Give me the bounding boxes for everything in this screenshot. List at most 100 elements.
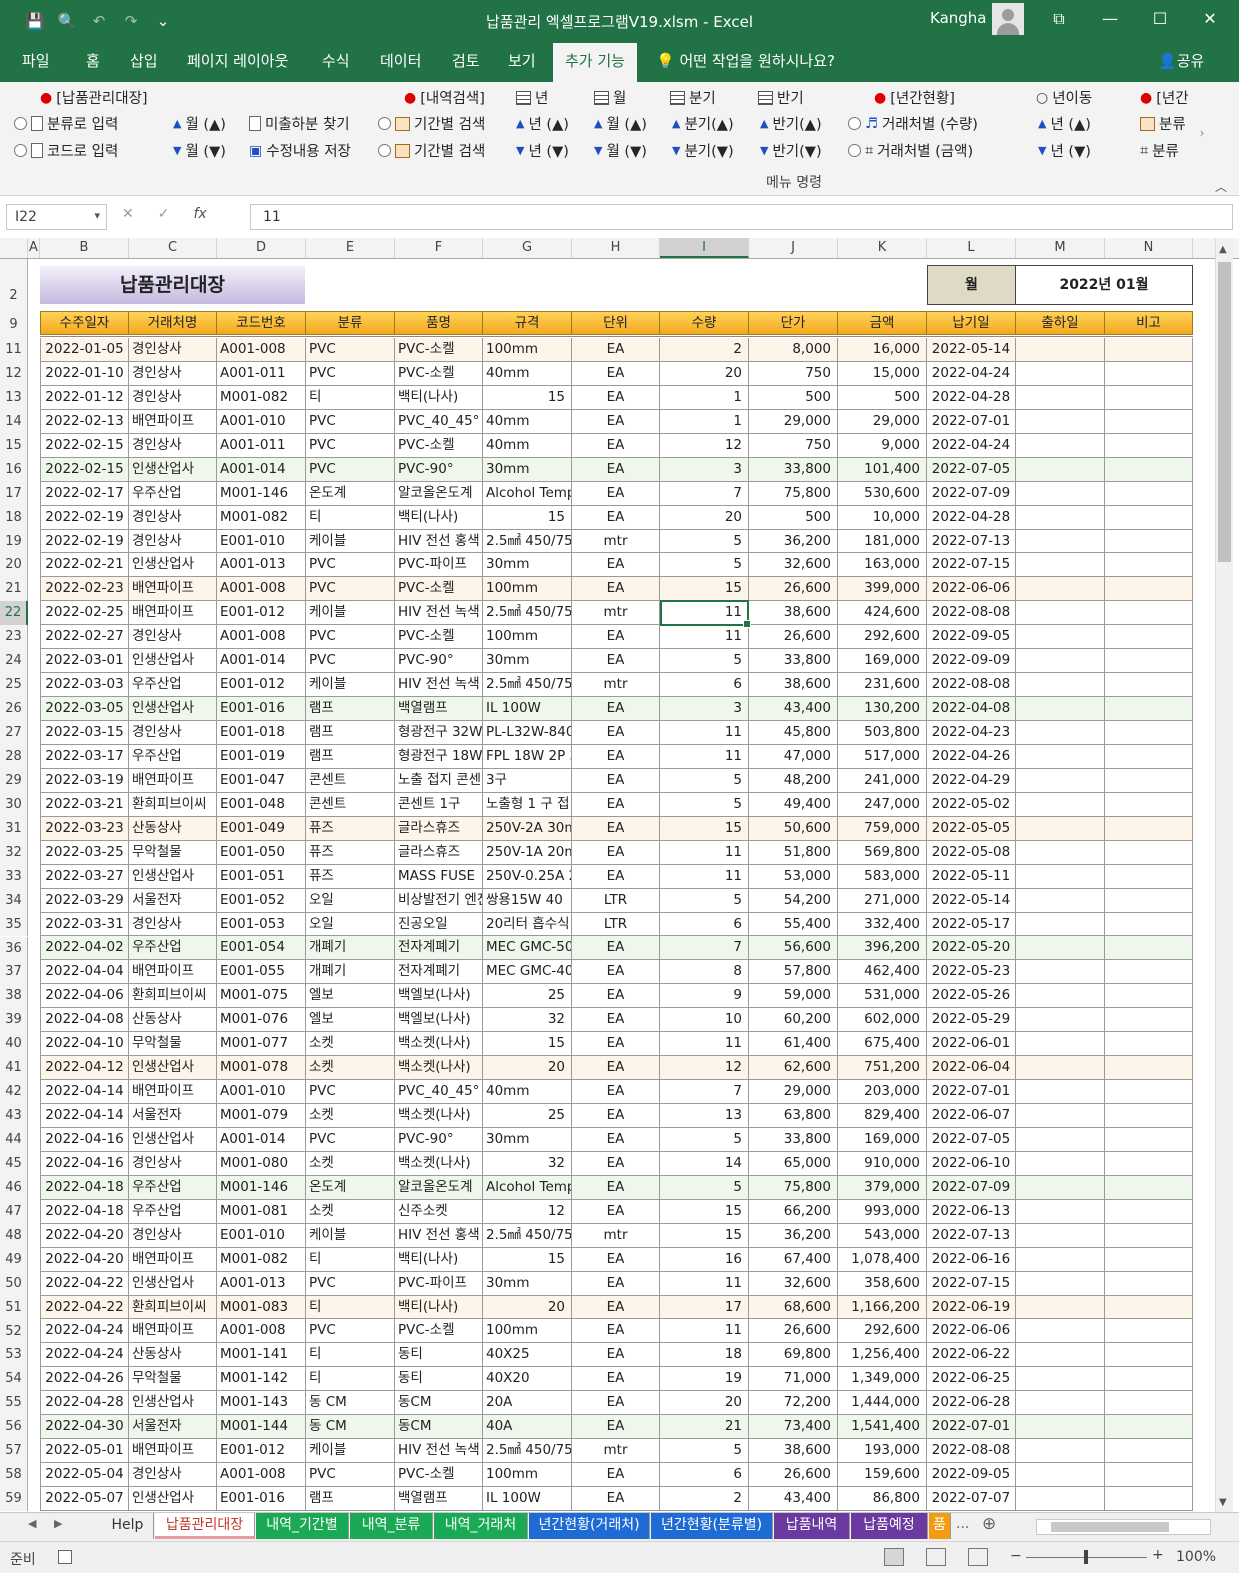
cell-order-date[interactable]: 2022-02-17 [40,481,129,505]
cell-order-date[interactable]: 2022-04-02 [40,936,129,960]
cell-qty[interactable]: 20 [660,1391,749,1415]
cell-price[interactable]: 45,800 [749,721,838,744]
cell-price[interactable]: 36,200 [749,529,838,553]
cell-category[interactable]: 오일 [306,888,395,912]
ribbon-scroll-right-icon[interactable]: › [1193,82,1211,196]
cell-code[interactable]: M001-080 [217,1151,306,1175]
cell-price[interactable]: 62,600 [749,1056,838,1080]
cell-note[interactable] [1105,1056,1193,1080]
cell-order-date[interactable]: 2022-03-01 [40,649,129,673]
cell-client[interactable]: 인생산업사 [129,1391,217,1415]
cell-spec[interactable]: 40A [483,1415,572,1439]
row-header[interactable]: 32 [0,840,28,865]
cell-order-date[interactable]: 2022-01-05 [40,338,129,361]
cell-amount[interactable]: 29,000 [838,409,927,433]
cell-due-date[interactable]: 2022-06-19 [927,1295,1016,1319]
cell-note[interactable] [1105,864,1193,888]
header-due-date[interactable]: 납기일 [927,311,1016,335]
cell-client[interactable]: 경인상사 [129,385,217,409]
cell-spec[interactable]: 250V-2A 30mm [483,816,572,840]
cell-qty[interactable]: 7 [660,481,749,505]
row-header[interactable]: 37 [0,960,28,985]
cell-qty[interactable]: 7 [660,936,749,960]
cell-item[interactable]: 형광전구 32W [395,721,483,744]
cell-code[interactable]: A001-011 [217,361,306,385]
row-header[interactable]: 36 [0,936,28,961]
cell-note[interactable] [1105,960,1193,984]
cell-note[interactable] [1105,1199,1193,1223]
zoom-level[interactable]: 100% [1176,1549,1216,1565]
cell-note[interactable] [1105,721,1193,744]
cell-item[interactable]: 백소켓(나사) [395,1056,483,1080]
cell-unit[interactable]: EA [572,1247,660,1271]
cell-order-date[interactable]: 2022-01-10 [40,361,129,385]
cell-spec[interactable]: 15 [483,1032,572,1056]
cell-order-date[interactable]: 2022-04-18 [40,1199,129,1223]
cell-qty[interactable]: 7 [660,1080,749,1103]
cell-category[interactable]: PVC [306,577,395,601]
cell-ship-date[interactable] [1016,1127,1105,1151]
cell-item[interactable]: PVC-90° [395,457,483,481]
cell-item[interactable]: PVC-파이프 [395,553,483,577]
cell-category[interactable]: PVC [306,1080,395,1103]
cell-note[interactable] [1105,1487,1193,1510]
cell-order-date[interactable]: 2022-04-22 [40,1271,129,1295]
cell-price[interactable]: 57,800 [749,960,838,984]
cell-spec[interactable]: 20A [483,1391,572,1415]
cell-ship-date[interactable] [1016,601,1105,625]
cell-qty[interactable]: 19 [660,1367,749,1391]
cell-spec[interactable]: 25 [483,1104,572,1127]
cancel-icon[interactable]: ✕ [122,206,134,222]
row-header[interactable]: 33 [0,864,28,889]
cell-code[interactable]: E001-016 [217,697,306,720]
cell-amount[interactable]: 675,400 [838,1032,927,1056]
cell-price[interactable]: 32,600 [749,553,838,577]
share-button[interactable]: 👤공유 [1158,50,1204,71]
cell-code[interactable]: E001-053 [217,912,306,936]
cell-price[interactable]: 71,000 [749,1367,838,1391]
cell-ship-date[interactable] [1016,1391,1105,1415]
cell-item[interactable]: PVC-소켈 [395,577,483,601]
cell-code[interactable]: E001-055 [217,960,306,984]
cell-code[interactable]: M001-076 [217,1008,306,1032]
row-header[interactable]: 45 [0,1151,28,1176]
cell-category[interactable]: 티 [306,505,395,529]
hscroll-thumb[interactable] [1051,1522,1169,1532]
cell-client[interactable]: 경인상사 [129,529,217,553]
cell-price[interactable]: 61,400 [749,1032,838,1056]
cell-ship-date[interactable] [1016,721,1105,744]
sheet-tab-annual-client[interactable]: 년간현황(거래처) [529,1513,650,1539]
cell-item[interactable]: HIV 전선 녹색 [395,673,483,697]
column-header-i[interactable]: I [660,238,749,258]
cell-item[interactable]: 백엘보(나사) [395,984,483,1008]
ribbon-display-icon[interactable]: ⧉ [1045,6,1073,32]
cell-note[interactable] [1105,338,1193,361]
cell-unit[interactable]: EA [572,1151,660,1175]
cell-amount[interactable]: 543,000 [838,1223,927,1247]
cell-due-date[interactable]: 2022-04-24 [927,361,1016,385]
cell-order-date[interactable]: 2022-04-30 [40,1415,129,1439]
cell-category[interactable]: 티 [306,385,395,409]
cell-spec[interactable]: Alcohol Temp [483,481,572,505]
cell-ship-date[interactable] [1016,816,1105,840]
cell-order-date[interactable]: 2022-04-18 [40,1175,129,1199]
header-note[interactable]: 비고 [1105,311,1193,335]
row-header[interactable]: 28 [0,744,28,769]
prev-sheet-icon[interactable]: ◀ [28,1517,36,1530]
cell-unit[interactable]: EA [572,649,660,673]
cell-item[interactable]: 콘센트 1구 [395,792,483,816]
cell-qty[interactable]: 1 [660,385,749,409]
cell-due-date[interactable]: 2022-07-01 [927,1080,1016,1103]
row-header[interactable]: 48 [0,1223,28,1248]
cell-price[interactable]: 54,200 [749,888,838,912]
sheet-tab-more[interactable]: 품 [929,1513,951,1539]
column-header-l[interactable]: L [927,238,1016,258]
cell-code[interactable]: A001-008 [217,625,306,649]
cell-due-date[interactable]: 2022-08-08 [927,1439,1016,1463]
cell-qty[interactable]: 5 [660,1439,749,1463]
cell-qty[interactable]: 20 [660,361,749,385]
row-header[interactable]: 59 [0,1487,28,1512]
cell-client[interactable]: 환희피브이씨 [129,792,217,816]
cell-due-date[interactable]: 2022-09-05 [927,1463,1016,1486]
cell-due-date[interactable]: 2022-05-14 [927,338,1016,361]
